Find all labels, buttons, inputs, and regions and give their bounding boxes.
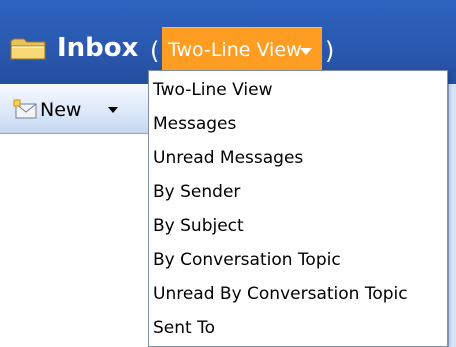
menu-item-two-line-view[interactable]: Two-Line View xyxy=(149,75,447,105)
new-button[interactable]: New xyxy=(4,90,126,126)
menu-item-sent-to[interactable]: Sent To xyxy=(149,313,447,343)
chevron-down-icon xyxy=(300,48,312,55)
reading-pane-edge xyxy=(448,84,456,347)
new-dropdown-arrow-icon[interactable] xyxy=(108,107,118,113)
page-title: Inbox xyxy=(57,33,139,63)
menu-item-unread-by-conversation-topic[interactable]: Unread By Conversation Topic xyxy=(149,279,447,309)
menu-item-by-subject[interactable]: By Subject xyxy=(149,211,447,241)
folder-icon xyxy=(10,38,46,60)
view-dropdown[interactable]: Two-Line View xyxy=(162,27,322,71)
message-list-pane xyxy=(0,134,148,347)
menu-item-by-conversation-topic[interactable]: By Conversation Topic xyxy=(149,245,447,275)
menu-item-unread-messages[interactable]: Unread Messages xyxy=(149,143,447,173)
view-dropdown-label: Two-Line View xyxy=(168,39,302,61)
paren-close: ) xyxy=(325,37,335,65)
menu-item-messages[interactable]: Messages xyxy=(149,109,447,139)
menu-item-by-sender[interactable]: By Sender xyxy=(149,177,447,207)
view-menu: Two-Line View Messages Unread Messages B… xyxy=(148,70,448,347)
paren-open: ( xyxy=(150,37,160,65)
new-message-icon xyxy=(13,99,37,119)
new-button-label: New xyxy=(40,99,82,121)
